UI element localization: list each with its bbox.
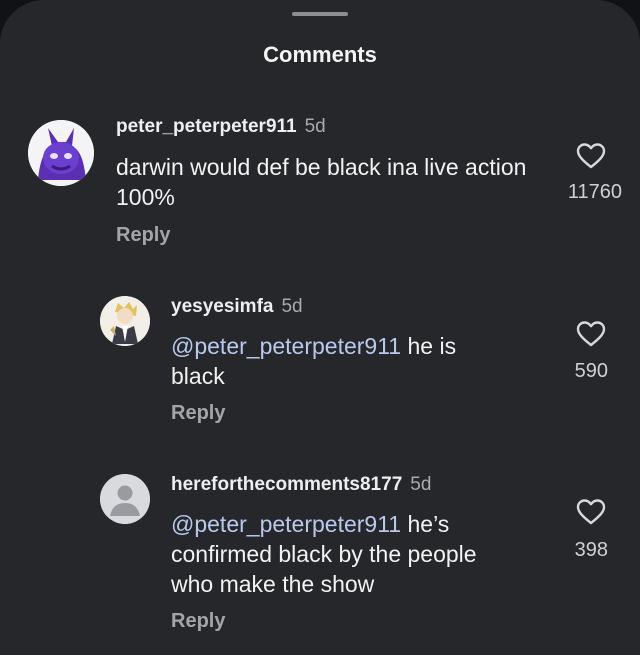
avatar[interactable]: [100, 296, 150, 346]
comment-text: @peter_peterpeter911 he’s confirmed blac…: [171, 509, 521, 599]
avatar[interactable]: [100, 474, 150, 524]
anime-character-avatar-icon: [100, 296, 150, 346]
reply-button[interactable]: Reply: [171, 402, 225, 425]
username-text[interactable]: peter_peterpeter911: [116, 116, 297, 137]
mention-link[interactable]: @peter_peterpeter911: [171, 511, 401, 537]
mention-link[interactable]: @peter_peterpeter911: [171, 333, 401, 359]
reply-button[interactable]: Reply: [116, 224, 170, 247]
comment-time: 5d: [304, 116, 326, 137]
default-user-avatar-icon: [100, 474, 150, 524]
comment-username[interactable]: yesyesimfa 5d: [171, 296, 303, 318]
comment-text: @peter_peterpeter911 he is black: [171, 331, 511, 391]
drag-handle[interactable]: [292, 12, 348, 16]
username-text[interactable]: hereforthecomments8177: [171, 474, 402, 495]
purple-character-avatar-icon: [28, 120, 94, 186]
reply-button[interactable]: Reply: [171, 610, 225, 633]
comment-body: darwin would def be black ina live actio…: [116, 154, 527, 210]
heart-icon[interactable]: [576, 142, 606, 170]
heart-icon[interactable]: [576, 320, 606, 348]
comment-time: 5d: [281, 296, 303, 317]
comment-username[interactable]: peter_peterpeter911 5d: [116, 116, 326, 138]
like-count: 590: [574, 360, 608, 382]
page-title: Comments: [263, 42, 377, 67]
comment-text: darwin would def be black ina live actio…: [116, 152, 536, 212]
heart-icon[interactable]: [576, 498, 606, 526]
comments-sheet: Comments peter_peterpeter911 5d darwin wo…: [0, 0, 640, 655]
like-count: 11760: [567, 181, 622, 203]
comment-time: 5d: [410, 474, 432, 495]
username-text[interactable]: yesyesimfa: [171, 296, 273, 317]
comment-username[interactable]: hereforthecomments8177 5d: [171, 474, 431, 496]
like-count: 398: [574, 539, 608, 561]
avatar[interactable]: [28, 120, 94, 186]
